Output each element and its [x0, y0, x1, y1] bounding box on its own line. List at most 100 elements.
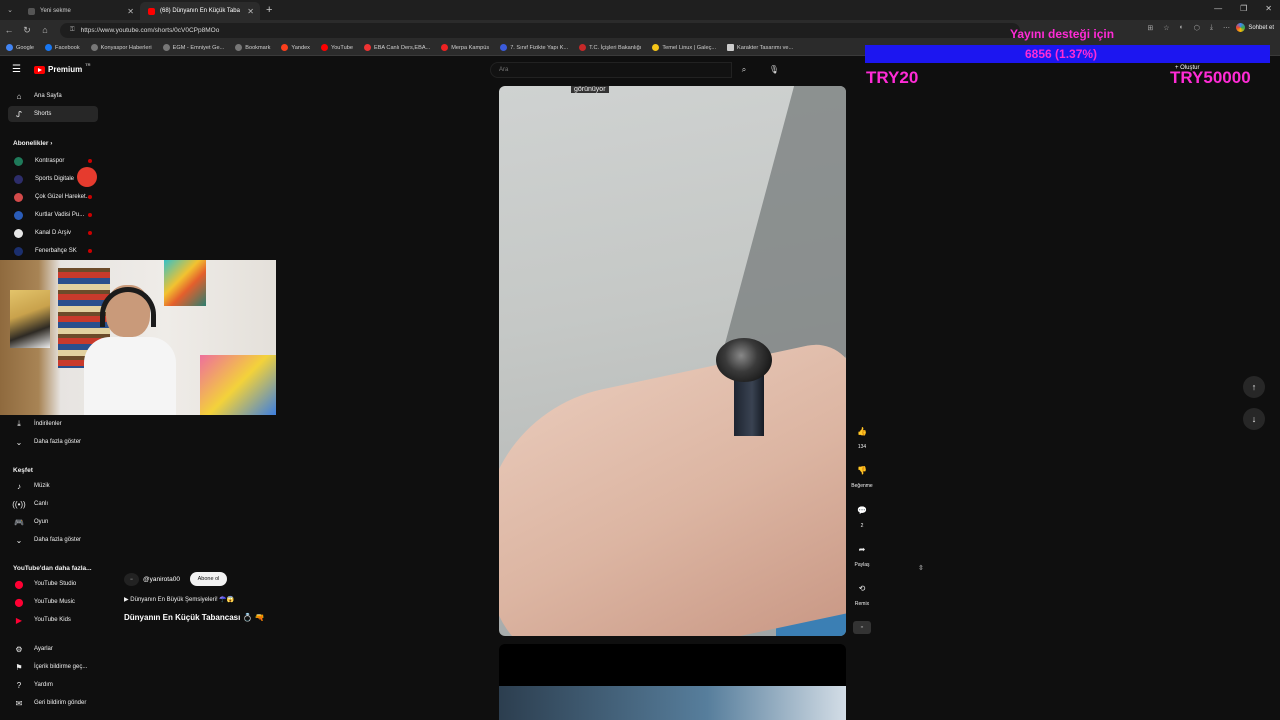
sidebar-item-downloads[interactable]: ⤓ İndirilenler	[8, 416, 98, 432]
close-icon[interactable]: ✕	[127, 7, 134, 16]
remix-label: Remix	[854, 601, 870, 607]
bookmark-item[interactable]: T.C. İçişleri Bakanlığı	[579, 44, 641, 51]
url-text: https://www.youtube.com/shorts/0cV0CPp8M…	[80, 26, 220, 34]
refresh-icon[interactable]: ↻	[18, 25, 36, 36]
next-short-preview[interactable]	[499, 644, 846, 720]
youtube-premium-logo[interactable]: Premium TR	[34, 62, 91, 74]
shorts-video-player[interactable]: görünüyor	[499, 86, 846, 636]
shorts-icon: ᔑ	[16, 109, 22, 119]
bookmark-item[interactable]: Konyaspor Haberleri	[90, 44, 152, 51]
channel-handle[interactable]: @yanirota00	[143, 576, 180, 583]
sidebar-item-gaming[interactable]: 🎮 Oyun	[8, 514, 98, 530]
youtube-music-icon: ⬤	[14, 597, 24, 607]
bookmark-item[interactable]: Facebook	[45, 44, 80, 51]
menu-icon[interactable]: ⋯	[1223, 24, 1230, 32]
related-video-link[interactable]: ▶ Dünyanın En Büyük Şemsiyeleri! ☂️😱	[124, 596, 234, 603]
tab-new-tab[interactable]: Yeni sekme ✕	[20, 2, 140, 20]
overlay-code-right: TRY50000	[1170, 68, 1251, 87]
sidebar-item-help[interactable]: ? Yardım	[8, 677, 98, 693]
video-hand	[499, 337, 846, 636]
sidebar-item-youtube-kids[interactable]: ▶ YouTube Kids	[8, 612, 98, 628]
audio-track-thumbnail[interactable]: ▪▪	[853, 621, 871, 634]
extension-icon[interactable]: ⊞	[1147, 24, 1153, 32]
globe-icon	[162, 44, 170, 51]
music-note-icon: ♪	[17, 481, 21, 491]
tab-youtube[interactable]: (68) Dünyanın En Küçük Taba ✕	[140, 2, 260, 20]
close-icon[interactable]: ✕	[247, 7, 254, 16]
webcam-overlay	[0, 260, 276, 415]
bookmark-item[interactable]: EGM - Emniyet Ge...	[162, 44, 224, 51]
subscriptions-header[interactable]: Abonelikler ›	[13, 140, 52, 147]
sidebar-item-subscription[interactable]: Kurtlar Vadisi Pu...	[8, 207, 98, 223]
sidebar-show-more[interactable]: ⌄ Daha fazla göster	[8, 434, 98, 450]
new-tab-icon	[28, 7, 35, 15]
tab-search-icon[interactable]: ⌄	[0, 6, 20, 14]
sidebar-item-home[interactable]: ⌂ Ana Sayfa	[8, 88, 98, 104]
logo-text: Premium	[48, 65, 83, 74]
microphone-icon[interactable]: 🎙	[766, 62, 782, 78]
comments-button[interactable]: 💬 2	[848, 503, 876, 529]
sidebar-item-subscription[interactable]: Çok Güzel Hareket...	[8, 189, 98, 205]
wall-painting	[164, 260, 206, 306]
channel-avatar	[14, 228, 23, 238]
bookmark-star-icon[interactable]: ☆	[1163, 24, 1169, 32]
dislike-button[interactable]: 👎 Beğenme	[848, 463, 876, 489]
share-arrow-icon: ➦	[858, 545, 866, 554]
bookmark-item[interactable]: Google	[6, 44, 34, 51]
url-field[interactable]: ⚿ https://www.youtube.com/shorts/0cV0CPp…	[60, 22, 1020, 38]
sidebar-item-live[interactable]: ((•)) Canlı	[8, 496, 98, 512]
site-info-icon[interactable]: ⚿	[70, 27, 75, 34]
sidebar-item-youtube-music[interactable]: ⬤ YouTube Music	[8, 594, 98, 610]
youtube-icon	[148, 7, 155, 15]
window-close-icon[interactable]: ✕	[1265, 4, 1272, 13]
menu-hamburger-icon[interactable]: ☰	[12, 64, 21, 75]
bookmark-item[interactable]: 7. Sınıf Fizikte Yapı K...	[500, 44, 568, 51]
sidebar-item-subscription[interactable]: Fenerbahçe SK	[8, 243, 98, 259]
next-short-button[interactable]: ↓	[1243, 408, 1265, 430]
minimize-icon[interactable]: —	[1214, 4, 1222, 13]
streamer-body	[84, 337, 176, 415]
remix-icon: ⟲	[858, 584, 866, 593]
new-tab-plus-icon[interactable]: +	[266, 4, 272, 16]
overlay-code-left: TRY20	[866, 68, 919, 87]
bookmark-item[interactable]: Yandex	[281, 44, 310, 51]
headset	[100, 287, 156, 327]
bookmark-item[interactable]: EBA Canlı Ders,EBA...	[363, 44, 430, 51]
bookmark-item[interactable]: Temel Linux | Galeç...	[652, 44, 716, 51]
channel-avatar[interactable]: ▪▪	[124, 573, 139, 586]
back-icon[interactable]: ←	[0, 25, 18, 35]
bookmark-item[interactable]: Bookmark	[235, 44, 270, 51]
download-icon: ⤓	[17, 419, 21, 428]
globe-icon	[90, 44, 98, 51]
subscribe-button[interactable]: Abone ol	[190, 572, 227, 586]
share-button[interactable]: ➦ Paylaş	[848, 542, 876, 568]
comment-icon: 💬	[857, 506, 867, 515]
maximize-icon[interactable]: ❐	[1240, 4, 1247, 13]
extension-icon[interactable]: ◐	[1180, 24, 1184, 32]
sidebar-item-feedback[interactable]: ✉ Geri bildirim gönder	[8, 695, 98, 711]
bookmark-item[interactable]: Merpa Kampüs	[441, 44, 489, 51]
sidebar-item-shorts[interactable]: ᔑ Shorts	[8, 106, 98, 122]
thumbs-down-icon: 👎	[857, 466, 867, 475]
sidebar-item-settings[interactable]: ⚙ Ayarlar	[8, 641, 98, 657]
facebook-icon	[45, 44, 53, 51]
search-input[interactable]: Ara	[490, 62, 732, 78]
previous-short-button[interactable]: ↑	[1243, 376, 1265, 398]
video-title: Dünyanın En Küçük Tabancası 💍 🔫	[124, 613, 265, 622]
sidebar-item-music[interactable]: ♪ Müzik	[8, 478, 98, 494]
remix-button[interactable]: ⟲ Remix	[848, 581, 876, 607]
sidebar-explore-more[interactable]: ⌄ Daha fazla göster	[8, 532, 98, 548]
bookmark-item[interactable]: Karakter Tasarımı ve...	[727, 44, 793, 51]
search-icon[interactable]: ⌕	[732, 62, 756, 78]
sidebar-item-report-history[interactable]: ⚑ İçerik bildirme geç...	[8, 659, 98, 675]
youtube-kids-icon: ▶	[15, 615, 23, 625]
chat-button[interactable]: Sohbet et	[1236, 23, 1274, 32]
extension-icon[interactable]: ⬡	[1194, 24, 1200, 32]
home-icon[interactable]: ⌂	[36, 25, 54, 35]
download-icon[interactable]: ⤓	[1210, 24, 1213, 32]
like-button[interactable]: 👍 134	[848, 424, 876, 450]
sidebar-item-youtube-studio[interactable]: ⬤ YouTube Studio	[8, 576, 98, 592]
ring-gun	[716, 338, 772, 438]
sidebar-item-subscription[interactable]: Kanal D Arşiv	[8, 225, 98, 241]
bookmark-item[interactable]: YouTube	[320, 44, 353, 51]
